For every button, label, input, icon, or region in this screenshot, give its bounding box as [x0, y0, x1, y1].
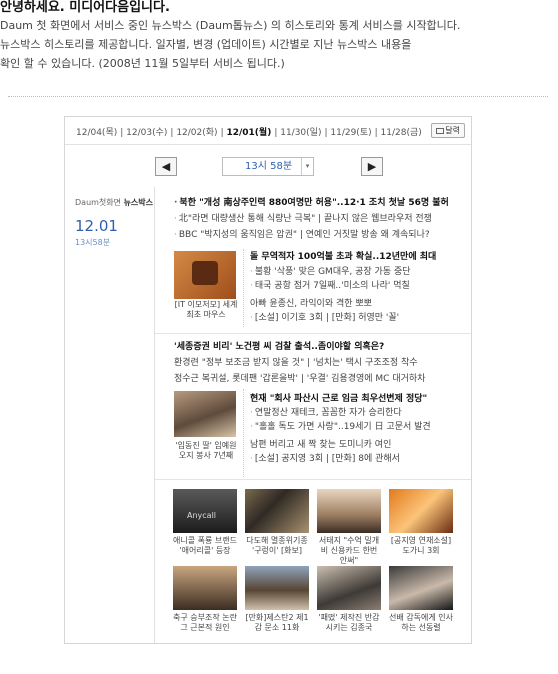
- newsbox-history-frame: 12/04(목) | 12/03(수) | 12/02(화) | 12/01(월) | …: [64, 116, 472, 644]
- dotted-divider: [8, 96, 548, 97]
- calendar-button[interactable]: 달력: [431, 123, 465, 138]
- grid-caption: '패떴' 제작진 반감시키는 김종국: [318, 613, 380, 632]
- intro-paragraph: Daum 첫 화면에서 서비스 중인 뉴스박스 (Daum톱뉴스) 의 히스토리…: [0, 16, 550, 73]
- news-link[interactable]: 환경련 "정부 보조금 받지 않을 것" | '넘치는' 택시 구조조정 착수: [174, 357, 418, 370]
- news-link[interactable]: "홀홀 독도 가면 사랑"..19세기 日 고문서 발견: [250, 421, 431, 434]
- news-link[interactable]: 아빠 윤종신, 라익이와 격한 뽀뽀: [250, 298, 372, 311]
- brand-name: 뉴스박스: [123, 198, 154, 207]
- news-link[interactable]: [소설] 공지영 3회 | [만화] 8에 관해서: [250, 453, 400, 466]
- news-section-4: '입동진 딸' 임예원 오지 봉사 7년째 현재 "회사 파산시 근로 임금 최…: [155, 389, 471, 477]
- next-time-button[interactable]: ▶: [361, 157, 383, 176]
- news-link[interactable]: 北"라면 대량생산 통해 식량난 극복" | 끝나지 않은 웹브라우저 전쟁: [174, 213, 432, 226]
- column-divider: [243, 249, 244, 327]
- news-section-3: '세종증권 비리' 노건평 씨 검찰 출석..좀이야할 의혹은? 환경련 "정부…: [155, 333, 471, 389]
- intro-line: Daum 첫 화면에서 서비스 중인 뉴스박스 (Daum톱뉴스) 의 히스토리…: [0, 19, 461, 32]
- grid-caption: [만화]제스탄2 제1감 문소 11화: [245, 613, 309, 632]
- date-tab[interactable]: 12/04(목): [76, 128, 117, 138]
- grid-caption: 애니콜 폭룡 브랜드 '애어리콜' 등장: [173, 536, 237, 555]
- news-link[interactable]: 정수근 복귀설, 롯데팬 '갑론을박' | '우결' 김용경영에 MC 대거하차: [174, 373, 425, 386]
- grid-thumbnail: [173, 566, 237, 610]
- calendar-icon: [436, 127, 445, 134]
- grid-item[interactable]: 다도해 멸종위기종 '구렁이' [화보]: [245, 489, 309, 556]
- mouse-thumbnail[interactable]: [174, 251, 236, 299]
- grid-item[interactable]: Anycall 애니콜 폭룡 브랜드 '애어리콜' 등장: [173, 489, 237, 556]
- date-tab[interactable]: 11/28(금): [381, 128, 422, 138]
- time-select-value: 13시 58분: [245, 161, 293, 172]
- intro-line: 뉴스박스 히스토리를 제공합니다. 일자별, 변경 (업데이트) 시간별로 지난…: [0, 38, 412, 51]
- thumbnail-overlay-text: Anycall: [187, 511, 217, 520]
- grid-caption: 다도해 멸종위기종 '구렁이' [화보]: [246, 536, 308, 555]
- news-link[interactable]: BBC "박지성의 움직임은 압권" | 연예인 거짓말 방송 왜 계속되나?: [174, 229, 430, 242]
- current-date: 12.01: [75, 217, 118, 235]
- intro-title: 안녕하세요. 미디어다음입니다.: [0, 0, 170, 15]
- prev-time-button[interactable]: ◀: [155, 157, 177, 176]
- date-tab-active[interactable]: 12/01(월): [226, 128, 271, 138]
- grid-thumbnail: [317, 566, 381, 610]
- date-tab[interactable]: 12/03(수): [126, 128, 167, 138]
- grid-thumbnail: [245, 489, 309, 533]
- section-headline[interactable]: '세종증권 비리' 노건평 씨 검찰 출석..좀이야할 의혹은?: [174, 341, 384, 354]
- news-section-1: 북한 "개성 南상주인력 880여명만 허용"..12·1 조치 첫날 56명 …: [155, 187, 471, 247]
- brand-prefix: Daum첫화면: [75, 198, 122, 207]
- date-tab[interactable]: 11/29(토): [330, 128, 371, 138]
- left-column: Daum첫화면 뉴스박스 12.01 13시58분: [65, 187, 155, 643]
- news-link[interactable]: 연말정산 재테크, 꼼꼼한 자가 승리한다: [250, 407, 402, 420]
- grid-thumbnail: [245, 566, 309, 610]
- current-time: 13시58분: [75, 238, 111, 247]
- section-headline[interactable]: 현재 "회사 파산시 근로 임금 최우선변제 정당": [250, 393, 427, 406]
- grid-caption: 서태지 "수억 밀개비 신용카드 한번 안써": [318, 536, 380, 565]
- grid-item[interactable]: 선배 감독에게 인사 하는 선동렬: [389, 566, 453, 633]
- news-link[interactable]: 남편 버리고 새 짝 찾는 도미니카 여인: [250, 439, 391, 452]
- photo-grid: Anycall 애니콜 폭룡 브랜드 '애어리콜' 등장 다도해 멸종위기종 '…: [155, 479, 471, 643]
- grid-thumbnail: [389, 489, 453, 533]
- newsbox-brand: Daum첫화면 뉴스박스: [75, 197, 153, 208]
- main-headline[interactable]: 북한 "개성 南상주인력 880여명만 허용"..12·1 조치 첫날 56명 …: [174, 197, 448, 210]
- grid-thumbnail: [389, 566, 453, 610]
- time-select[interactable]: 13시 58분 ▾: [222, 157, 314, 176]
- intro-line: 확인 할 수 있습니다. (2008년 11월 5일부터 서비스 됩니다.): [0, 57, 285, 70]
- photo-thumbnail[interactable]: [174, 391, 236, 437]
- date-tabs: 12/04(목) | 12/03(수) | 12/02(화) | 12/01(월) | …: [76, 128, 422, 138]
- grid-item[interactable]: 축구 승부조작 논란 그 근본적 원인: [173, 566, 237, 633]
- grid-thumbnail: [317, 489, 381, 533]
- section-headline[interactable]: 돌 무역적자 100억불 초과 확실..12년만에 최대: [250, 251, 436, 264]
- chevron-down-icon: ▾: [301, 158, 313, 175]
- news-link[interactable]: 불황 '삭풍' 맞은 GM대우, 공장 가동 중단: [250, 266, 411, 279]
- grid-item[interactable]: '패떴' 제작진 반감시키는 김종국: [317, 566, 381, 633]
- grid-item[interactable]: [만화]제스탄2 제1감 문소 11화: [245, 566, 309, 633]
- calendar-button-label: 달력: [445, 126, 460, 135]
- grid-caption: 선배 감독에게 인사 하는 선동렬: [389, 613, 453, 632]
- grid-item[interactable]: 서태지 "수억 밀개비 신용카드 한번 안써": [317, 489, 381, 566]
- news-section-2: [IT 이모저모] 세계 최초 마우스 돌 무역적자 100억불 초과 확실..…: [155, 245, 471, 329]
- thumbnail-caption[interactable]: [IT 이모저모] 세계 최초 마우스: [171, 300, 241, 320]
- grid-thumbnail: Anycall: [173, 489, 237, 533]
- date-tab[interactable]: 12/02(화): [176, 128, 217, 138]
- grid-caption: [공지영 연재소설] 도가니 3회: [390, 536, 452, 555]
- date-tab-bar: 12/04(목) | 12/03(수) | 12/02(화) | 12/01(월) | …: [65, 117, 471, 145]
- date-tab[interactable]: 11/30(일): [280, 128, 321, 138]
- grid-caption: 축구 승부조작 논란 그 근본적 원인: [173, 613, 237, 632]
- column-divider: [243, 389, 244, 477]
- news-link[interactable]: 태국 공항 점거 7일째..'미소의 나라' 먹칠: [250, 280, 410, 293]
- thumbnail-caption[interactable]: '입동진 딸' 임예원 오지 봉사 7년째: [171, 441, 241, 461]
- news-link[interactable]: [소설] 이기호 3회 | [만화] 허영만 '꼴': [250, 312, 399, 325]
- grid-item[interactable]: [공지영 연재소설] 도가니 3회: [389, 489, 453, 556]
